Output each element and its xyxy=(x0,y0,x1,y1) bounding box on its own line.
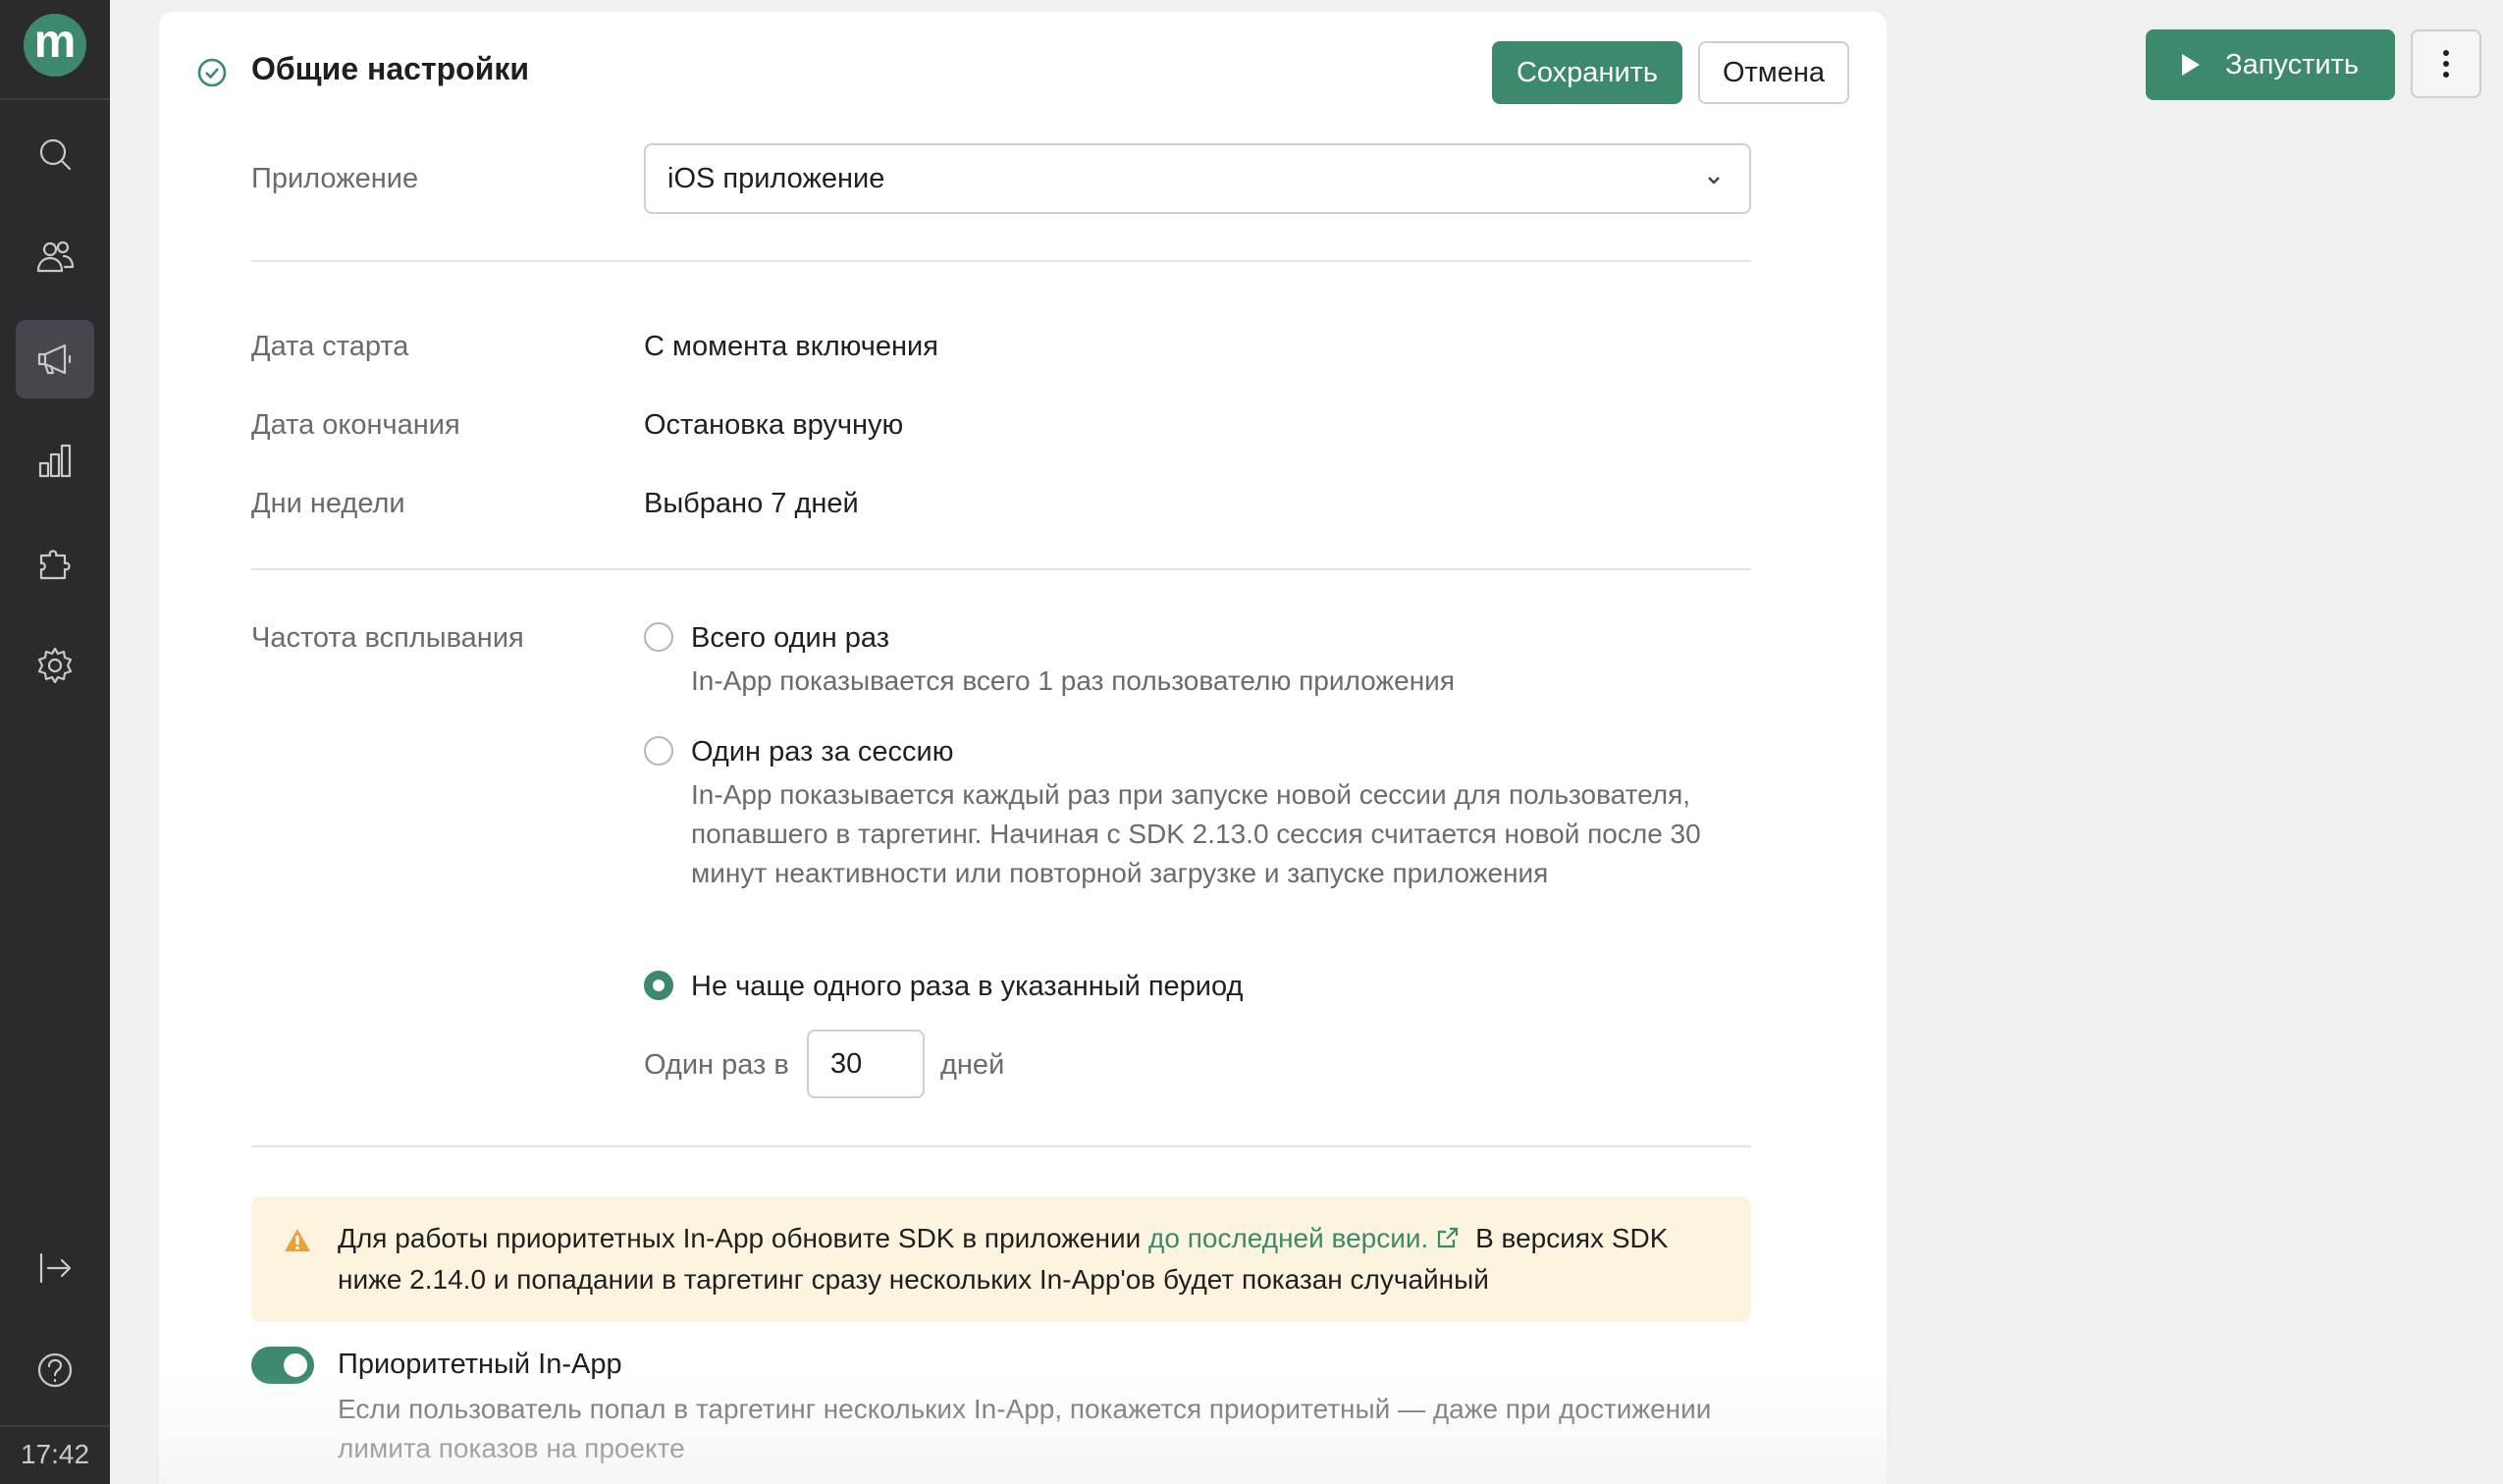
latest-version-link[interactable]: до последней версии. xyxy=(1148,1223,1428,1253)
puzzle-icon xyxy=(39,550,71,580)
nav-integrations[interactable] xyxy=(16,524,94,603)
nav-logout[interactable] xyxy=(16,1229,94,1307)
weekdays-label: Дни недели xyxy=(251,488,405,519)
sidebar: m 17:42 xyxy=(0,0,110,1484)
run-button-label: Запустить xyxy=(2225,48,2359,80)
alert-text-before: Для работы приоритетных In-App обновите … xyxy=(338,1223,1149,1253)
check-circle-icon xyxy=(196,57,228,88)
radio-period[interactable] xyxy=(644,971,673,1000)
nav-help[interactable] xyxy=(16,1331,94,1409)
app-label: Приложение xyxy=(251,163,419,194)
app-select[interactable]: iOS приложение xyxy=(644,143,1751,214)
period-suffix: дней xyxy=(940,1049,1005,1081)
save-button[interactable]: Сохранить xyxy=(1492,41,1682,104)
radio-per-session[interactable] xyxy=(644,736,673,766)
start-date-value[interactable]: С момента включения xyxy=(644,331,938,363)
priority-label[interactable]: Приоритетный In-App xyxy=(338,1349,622,1381)
chevron-down-icon xyxy=(1704,171,1724,190)
priority-desc: Если пользователь попал в таргетинг неск… xyxy=(338,1394,1712,1463)
sidebar-divider xyxy=(0,98,110,100)
nav-campaigns[interactable] xyxy=(16,320,94,398)
end-date-value[interactable]: Остановка вручную xyxy=(644,409,903,442)
page-title: Общие настройки xyxy=(251,51,530,86)
nav-settings[interactable] xyxy=(16,626,94,705)
bar-chart-icon xyxy=(38,444,72,478)
logout-icon xyxy=(39,1252,72,1284)
end-date-label: Дата окончания xyxy=(251,409,460,441)
sdk-warning-alert: Для работы приоритетных In-App обновите … xyxy=(251,1196,1751,1322)
play-icon xyxy=(2182,54,2201,76)
frequency-label: Частота всплывания xyxy=(251,622,524,654)
nav-search[interactable] xyxy=(16,115,94,193)
more-menu-button[interactable] xyxy=(2411,29,2481,98)
section-divider xyxy=(251,260,1751,262)
external-link-icon[interactable] xyxy=(1434,1222,1462,1249)
kebab-icon xyxy=(2443,50,2449,78)
warning-icon xyxy=(283,1226,312,1255)
help-icon xyxy=(37,1352,73,1388)
radio-once[interactable] xyxy=(644,622,673,652)
search-icon xyxy=(39,138,72,171)
alert-text: Для работы приоритетных In-App обновите … xyxy=(338,1218,1731,1300)
app-select-value: iOS приложение xyxy=(667,163,885,194)
users-icon xyxy=(36,240,75,273)
nav-analytics[interactable] xyxy=(16,422,94,501)
period-prefix: Один раз в xyxy=(644,1049,789,1081)
nav-users[interactable] xyxy=(16,217,94,295)
clock: 17:42 xyxy=(20,1439,90,1469)
cancel-button[interactable]: Отмена xyxy=(1698,41,1849,104)
start-date-label: Дата старта xyxy=(251,331,409,362)
run-button[interactable]: Запустить xyxy=(2146,29,2395,100)
radio-once-label[interactable]: Всего один раз xyxy=(691,622,889,655)
weekdays-value[interactable]: Выбрано 7 дней xyxy=(644,488,859,520)
section-divider xyxy=(251,1145,1751,1147)
priority-toggle[interactable] xyxy=(251,1347,314,1384)
logo[interactable]: m xyxy=(24,14,86,77)
toggle-knob xyxy=(284,1353,307,1377)
section-divider xyxy=(251,568,1751,570)
radio-per-session-desc: In-App показывается каждый раз при запус… xyxy=(691,779,1701,888)
sidebar-divider xyxy=(0,1425,110,1427)
gear-icon xyxy=(37,647,73,684)
megaphone-icon xyxy=(37,344,72,375)
radio-per-session-label[interactable]: Один раз за сессию xyxy=(691,736,953,768)
radio-period-label[interactable]: Не чаще одного раза в указанный период xyxy=(691,971,1243,1003)
period-days-input[interactable]: 30 xyxy=(807,1030,925,1098)
radio-once-desc: In-App показывается всего 1 раз пользова… xyxy=(691,665,1455,696)
